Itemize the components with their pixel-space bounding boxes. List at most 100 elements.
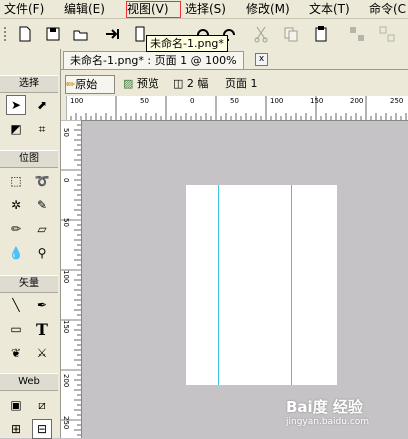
new-file-icon[interactable] <box>16 25 34 43</box>
baidu-watermark: Bai度 经验 jingyan.baidu.com <box>286 396 406 436</box>
top-ruler-label: 250 <box>390 97 404 105</box>
top-ruler-label: 200 <box>350 97 364 105</box>
top-ruler-label: 100 <box>70 97 84 105</box>
pen-icon: ✒ <box>36 298 48 312</box>
top-ruler-label: 50 <box>230 97 239 105</box>
line-icon: ╲ <box>12 298 20 312</box>
pen-tool[interactable]: ✒ <box>32 295 52 315</box>
eraser-tool[interactable]: ▱ <box>32 219 52 239</box>
rectangle-icon: ▭ <box>10 322 22 336</box>
pointer-icon: ➤ <box>10 98 22 112</box>
show-slices-icon: ⊟ <box>36 422 48 436</box>
blur-tool[interactable]: 💧 <box>6 243 26 263</box>
magic-wand-icon: ✲ <box>10 198 22 212</box>
copy-icon[interactable] <box>282 25 300 43</box>
pencil-icon: ✏ <box>10 222 22 236</box>
crop-icon: ⌗ <box>38 121 46 136</box>
two-up-label: 2 幅 <box>186 77 209 90</box>
menu-file[interactable]: 文件(F) <box>4 2 44 16</box>
ungroup-icon[interactable] <box>378 25 396 43</box>
menu-text[interactable]: 文本(T) <box>309 2 350 16</box>
text-tool[interactable]: T <box>32 319 52 339</box>
left-ruler-label: 100 <box>62 270 70 284</box>
group-icon[interactable] <box>348 25 366 43</box>
original-view-button[interactable]: ✏原始 <box>65 75 115 94</box>
vertical-guide[interactable] <box>291 185 292 385</box>
save-icon[interactable] <box>44 25 62 43</box>
open-folder-icon[interactable] <box>72 25 90 43</box>
lasso-icon: ➰ <box>34 174 50 188</box>
toolbar-grip <box>4 27 12 41</box>
menu-select[interactable]: 选择(S) <box>185 2 226 16</box>
hide-slices-tool[interactable]: ⊞ <box>6 419 26 439</box>
paste-icon[interactable] <box>312 25 330 43</box>
knife-tool[interactable]: ⚔ <box>32 343 52 363</box>
document-tab-bar: 未命名-1.png* : 页面 1 @ 100% x <box>61 49 408 70</box>
marquee-icon: ⬚ <box>10 174 22 188</box>
close-icon[interactable]: x <box>255 53 268 66</box>
left-ruler-label: 200 <box>62 374 70 388</box>
preview-icon: ▨ <box>123 77 134 90</box>
page-selector[interactable]: 页面 1 <box>225 75 258 92</box>
pencil-icon: ✏ <box>66 78 76 91</box>
cut-icon[interactable] <box>252 25 270 43</box>
line-tool[interactable]: ╲ <box>6 295 26 315</box>
left-ruler-label: 250 <box>62 416 70 430</box>
top-ruler: 100 50 0 50 100 150 200 250 <box>66 96 408 121</box>
two-up-view-button[interactable]: ◫ 2 幅 <box>173 75 208 92</box>
eraser-icon: ▱ <box>37 222 47 236</box>
top-ruler-label: 100 <box>270 97 284 105</box>
magic-wand-tool[interactable]: ✲ <box>6 195 26 215</box>
menu-edit[interactable]: 编辑(E) <box>64 2 105 16</box>
view-bar: ✏原始 ▨ 预览 ◫ 2 幅 页面 1 <box>61 70 408 96</box>
show-slices-tool[interactable]: ⊟ <box>32 419 52 439</box>
import-icon[interactable] <box>104 25 122 43</box>
lasso-tool[interactable]: ➰ <box>32 171 52 191</box>
rubber-stamp-tool[interactable]: ⚲ <box>32 243 52 263</box>
left-ruler-label: 50 <box>62 218 70 227</box>
blur-icon: 💧 <box>8 246 24 260</box>
left-ruler-label: 150 <box>62 320 70 334</box>
hide-slices-icon: ⊞ <box>10 422 22 436</box>
original-label: 原始 <box>75 78 98 91</box>
document-canvas[interactable] <box>186 185 337 385</box>
top-ruler-label: 0 <box>190 97 195 105</box>
freeform-icon: ❦ <box>10 346 22 360</box>
subselect-icon: ⬈ <box>36 98 48 112</box>
section-web: Web <box>0 373 58 391</box>
top-ruler-label: 150 <box>310 97 324 105</box>
menu-modify[interactable]: 修改(M) <box>246 2 290 16</box>
freeform-tool[interactable]: ❦ <box>6 343 26 363</box>
menu-view-highlight <box>126 1 181 18</box>
subselect-tool[interactable]: ⬈ <box>32 95 52 115</box>
slice-tool[interactable]: ⧄ <box>32 395 52 415</box>
hotspot-icon: ▣ <box>10 398 22 412</box>
left-ruler-label: 50 <box>62 128 70 137</box>
rectangle-tool[interactable]: ▭ <box>6 319 26 339</box>
rubber-stamp-icon: ⚲ <box>37 246 47 260</box>
preview-label: 预览 <box>136 77 159 90</box>
crop-tool[interactable]: ⌗ <box>32 119 52 139</box>
document-tab[interactable]: 未命名-1.png* : 页面 1 @ 100% <box>63 51 244 69</box>
brush-tool[interactable]: ✎ <box>32 195 52 215</box>
vertical-guide[interactable] <box>218 185 219 385</box>
scale-icon: ◩ <box>10 122 22 136</box>
brush-icon: ✎ <box>36 198 48 212</box>
pointer-tool[interactable]: ➤ <box>6 95 26 115</box>
section-select: 选择 <box>0 75 58 93</box>
menu-commands[interactable]: 命令(C <box>369 2 406 16</box>
menu-bar: 文件(F) 编辑(E) 视图(V) 选择(S) 修改(M) 文本(T) 命令(C <box>0 0 408 19</box>
marquee-tool[interactable]: ⬚ <box>6 171 26 191</box>
tooltip: 未命名-1.png* <box>146 35 228 52</box>
section-vector: 矢量 <box>0 275 58 293</box>
tools-panel: 选择 ➤ ⬈ ◩ ⌗ 位图 ⬚ ➰ ✲ ✎ ✏ ▱ 💧 ⚲ 矢量 ╲ ✒ ▭ T… <box>0 49 61 439</box>
pencil-tool[interactable]: ✏ <box>6 219 26 239</box>
top-ruler-label: 50 <box>140 97 149 105</box>
hotspot-tool[interactable]: ▣ <box>6 395 26 415</box>
preview-view-button[interactable]: ▨ 预览 <box>123 75 159 92</box>
section-bitmap: 位图 <box>0 150 58 168</box>
watermark-logo: Bai度 经验 <box>286 398 363 416</box>
slice-icon: ⧄ <box>38 397 46 412</box>
scale-tool[interactable]: ◩ <box>6 119 26 139</box>
left-ruler: 50 0 50 100 150 200 250 <box>61 120 82 438</box>
